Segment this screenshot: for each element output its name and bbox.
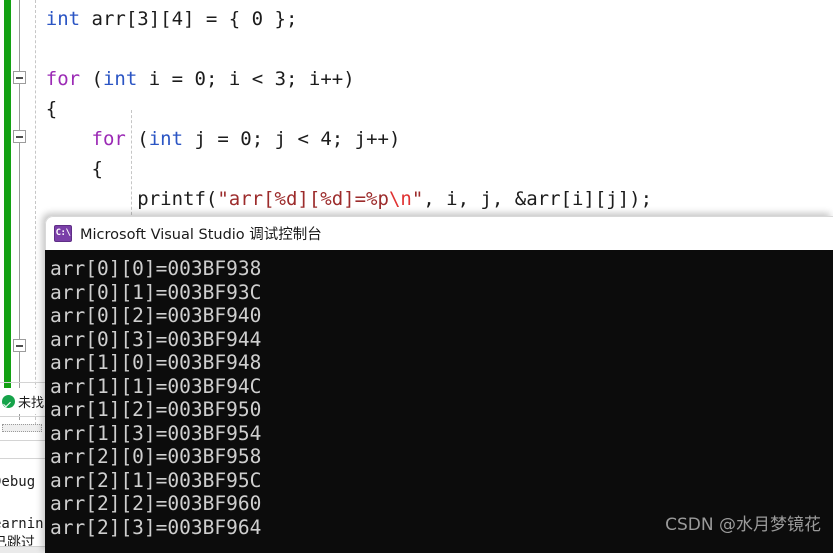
console-output-line: arr[2][0]=003BF958 [50, 445, 262, 468]
console-output-line: arr[0][1]=003BF93C [50, 280, 262, 304]
code-token: int [148, 128, 184, 150]
panel-divider-low [0, 440, 46, 441]
console-output-area[interactable]: arr[0][0]=003BF938 arr[0][1]=003BF93C arr[… [45, 250, 833, 553]
success-check-icon [2, 394, 15, 408]
console-output-line: arr[2][1]=003BF95C [50, 468, 262, 492]
code-token: i = 0; i < 3; i++) [137, 68, 355, 90]
panel-divider-top [0, 382, 46, 383]
console-output-lines: arr[0][0]=003BF938 arr[0][1]=003BF93C arr[… [50, 257, 833, 539]
code-token: " [411, 188, 424, 210]
code-line: int arr[3][4] = { 0 }; [0, 4, 298, 34]
code-token: , i, j, &arr[i][j]); [423, 188, 653, 210]
code-text-area[interactable]: int arr[3][4] = { 0 }; for (int i = 0; i… [0, 0, 833, 230]
panel-drag-handle[interactable] [2, 424, 42, 432]
code-token: ( [80, 68, 103, 90]
console-output-line: arr[1][2]=003BF950 [50, 398, 262, 421]
code-line: for (int i = 0; i < 3; i++) [0, 64, 355, 94]
console-title-bar[interactable]: C:\ Microsoft Visual Studio 调试控制台 [45, 216, 833, 250]
code-token: j = 0; j < 4; j++) [183, 128, 401, 150]
console-output-line: arr[1][0]=003BF948 [50, 351, 262, 374]
code-token: { [0, 98, 58, 120]
error-list-row-text: 未找到 [18, 394, 46, 410]
code-token: int [45, 8, 81, 30]
code-token: for [91, 128, 126, 150]
csdn-watermark: CSDN @水月梦镜花 [665, 515, 821, 535]
code-token: printf( [0, 188, 218, 210]
screenshot-root: int arr[3][4] = { 0 }; for (int i = 0; i… [0, 0, 833, 553]
console-window-title: Microsoft Visual Studio 调试控制台 [80, 227, 322, 243]
code-line: { [0, 94, 57, 124]
code-token: arr[3][4] = { 0 }; [80, 8, 298, 30]
code-line: { [0, 154, 103, 184]
debug-console-window[interactable]: C:\ Microsoft Visual Studio 调试控制台 arr[0]… [45, 216, 833, 553]
code-token: int [102, 68, 138, 90]
code-line: printf("arr[%d][%d]=%p\n", i, j, &arr[i]… [0, 184, 652, 214]
console-output-line: arr[1][3]=003BF954 [50, 421, 262, 445]
panel-bottom-strip [0, 546, 46, 553]
code-token: { [0, 158, 103, 180]
console-app-icon: C:\ [54, 225, 72, 242]
panel-divider-output [0, 458, 46, 459]
console-output-line: arr[0][0]=003BF938 [50, 257, 262, 280]
code-line: for (int j = 0; j < 4; j++) [0, 124, 401, 154]
console-output-line: arr[0][2]=003BF940 [50, 304, 262, 327]
output-line-debug: Debug [0, 470, 46, 494]
fold-marker-third[interactable] [13, 339, 26, 352]
code-token: "arr[%d][%d]=%p [217, 188, 389, 210]
code-token: ( [125, 128, 149, 150]
panel-divider-mid [0, 416, 46, 417]
console-output-line: arr[0][3]=003BF944 [50, 327, 262, 351]
code-token: \n [388, 188, 412, 210]
error-list-row[interactable]: 未找到 [0, 388, 46, 414]
console-output-line: arr[1][1]=003BF94C [50, 374, 262, 398]
code-token: for [45, 68, 81, 90]
